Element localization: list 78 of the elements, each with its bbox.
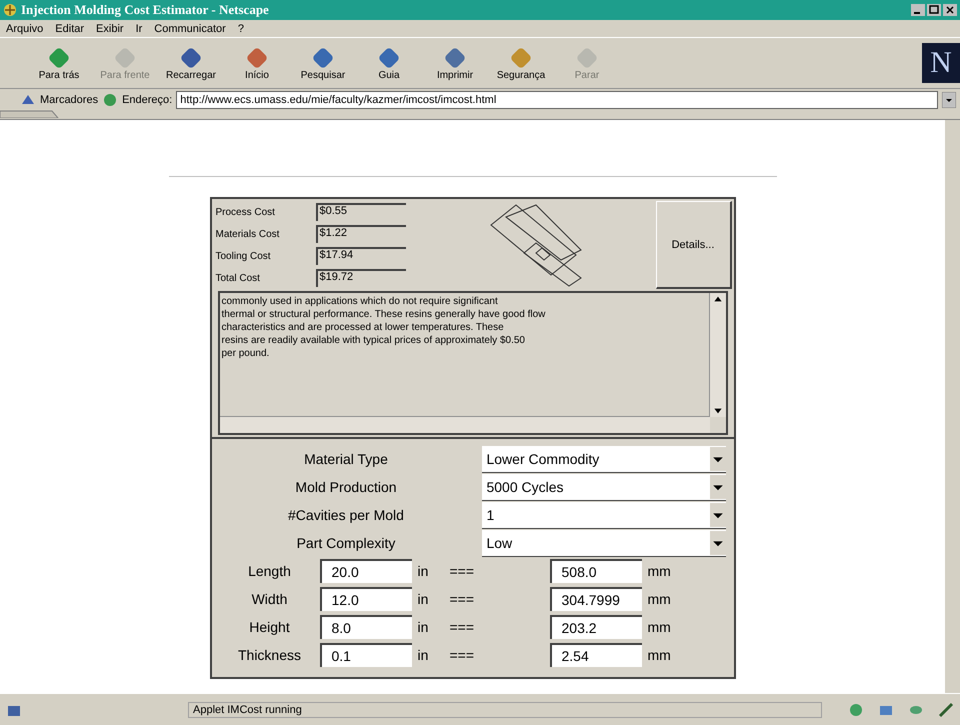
option-label: Part Complexity — [296, 535, 396, 551]
menu-item[interactable]: Exibir — [96, 22, 124, 34]
option-label: #Cavities per Mold — [287, 507, 405, 523]
equals-sign: === — [448, 563, 476, 579]
unit-label: mm — [646, 563, 672, 579]
description-text: characteristics and are processed at lower temperatures. These — [222, 321, 505, 334]
option-label: Mold Production — [294, 479, 398, 495]
cost-field: $1.22 — [316, 225, 406, 243]
window-title: Injection Molding Cost Estimator - Netscape — [21, 2, 270, 18]
dimension-label: Length — [247, 563, 292, 579]
input-field[interactable]: 20.0 — [320, 559, 412, 583]
option-label: Material Type — [303, 451, 389, 467]
equals-sign: === — [448, 591, 476, 607]
caret-icon — [710, 530, 726, 554]
input-field[interactable]: 203.2 — [550, 615, 642, 639]
address-label: Endereço: — [122, 94, 172, 106]
menu-item[interactable]: ? — [238, 22, 244, 34]
equals-sign: === — [448, 647, 476, 663]
description-text: thermal or structural performance. These resins generally have good flow — [222, 308, 546, 321]
dropdown-field[interactable]: 1 — [482, 502, 726, 528]
unit-label: in — [416, 619, 430, 635]
dropdown-field[interactable]: 5000 Cycles — [482, 474, 726, 500]
unit-label: in — [416, 563, 430, 579]
description-text: per pound. — [222, 347, 270, 360]
unit-label: mm — [646, 619, 672, 635]
close-button[interactable] — [943, 4, 957, 16]
minimize-button[interactable] — [911, 4, 925, 16]
app-icon — [3, 3, 17, 17]
toolbar-button[interactable]: Segurança — [490, 44, 552, 82]
status-text: Applet IMCost running — [188, 702, 822, 718]
cost-field: $17.94 — [316, 247, 406, 265]
menu-item[interactable]: Ir — [136, 22, 142, 34]
unit-label: in — [416, 647, 430, 663]
details-button[interactable]: Details... — [656, 201, 732, 289]
toolbar-button[interactable]: Imprimir — [424, 44, 486, 82]
dimension-label: Thickness — [236, 647, 302, 663]
caret-icon — [710, 474, 726, 498]
input-field[interactable]: 304.7999 — [550, 587, 642, 611]
menu-item[interactable]: Communicator — [154, 22, 226, 34]
cost-field: $0.55 — [316, 203, 406, 221]
input-field[interactable]: 508.0 — [550, 559, 642, 583]
toolbar-tab[interactable] — [0, 110, 60, 118]
input-field[interactable]: 2.54 — [550, 643, 642, 667]
input-field[interactable]: 8.0 — [320, 615, 412, 639]
address-field[interactable]: http://www.ecs.umass.edu/mie/faculty/kazmer/imcost/imcost.html — [176, 90, 938, 108]
unit-label: in — [416, 591, 430, 607]
cost-label: Tooling Cost — [216, 250, 272, 262]
input-field[interactable]: 0.1 — [320, 643, 412, 667]
unit-label: mm — [646, 591, 672, 607]
description-text: resins are readily available with typical prices of approximately $0.50 — [222, 334, 526, 347]
caret-icon — [710, 446, 726, 470]
browser-logo: N — [922, 43, 960, 83]
toolbar-button[interactable]: Para trás — [28, 44, 90, 82]
dimension-label: Width — [250, 591, 288, 607]
toolbar-button[interactable]: Recarregar — [160, 44, 222, 82]
unit-label: mm — [646, 647, 672, 663]
toolbar-button[interactable]: Guia — [358, 44, 420, 82]
cost-label: Total Cost — [216, 272, 261, 284]
menu-item[interactable]: Arquivo — [6, 22, 44, 34]
scrollbar[interactable] — [220, 416, 710, 433]
cost-label: Materials Cost — [216, 228, 280, 240]
toolbar-button[interactable]: Início — [226, 44, 288, 82]
description-text: commonly used in applications which do not require significant — [222, 295, 499, 308]
scrollbar[interactable] — [945, 120, 960, 693]
dimension-label: Height — [248, 619, 291, 635]
dropdown-field[interactable]: Low — [482, 530, 726, 556]
dropdown-field[interactable]: Lower Commodity — [482, 446, 726, 472]
cost-label: Process Cost — [216, 206, 276, 218]
menu-item[interactable]: Editar — [55, 22, 84, 34]
scrollbar[interactable] — [708, 293, 726, 417]
maximize-button[interactable] — [927, 4, 941, 16]
caret-icon — [710, 502, 726, 526]
toolbar-button[interactable]: Pesquisar — [292, 44, 354, 82]
bookmarks-button[interactable]: Marcadores — [40, 94, 98, 106]
equals-sign: === — [448, 619, 476, 635]
cost-field: $19.72 — [316, 269, 406, 287]
dropdown-button[interactable] — [942, 92, 956, 108]
input-field[interactable]: 12.0 — [320, 587, 412, 611]
